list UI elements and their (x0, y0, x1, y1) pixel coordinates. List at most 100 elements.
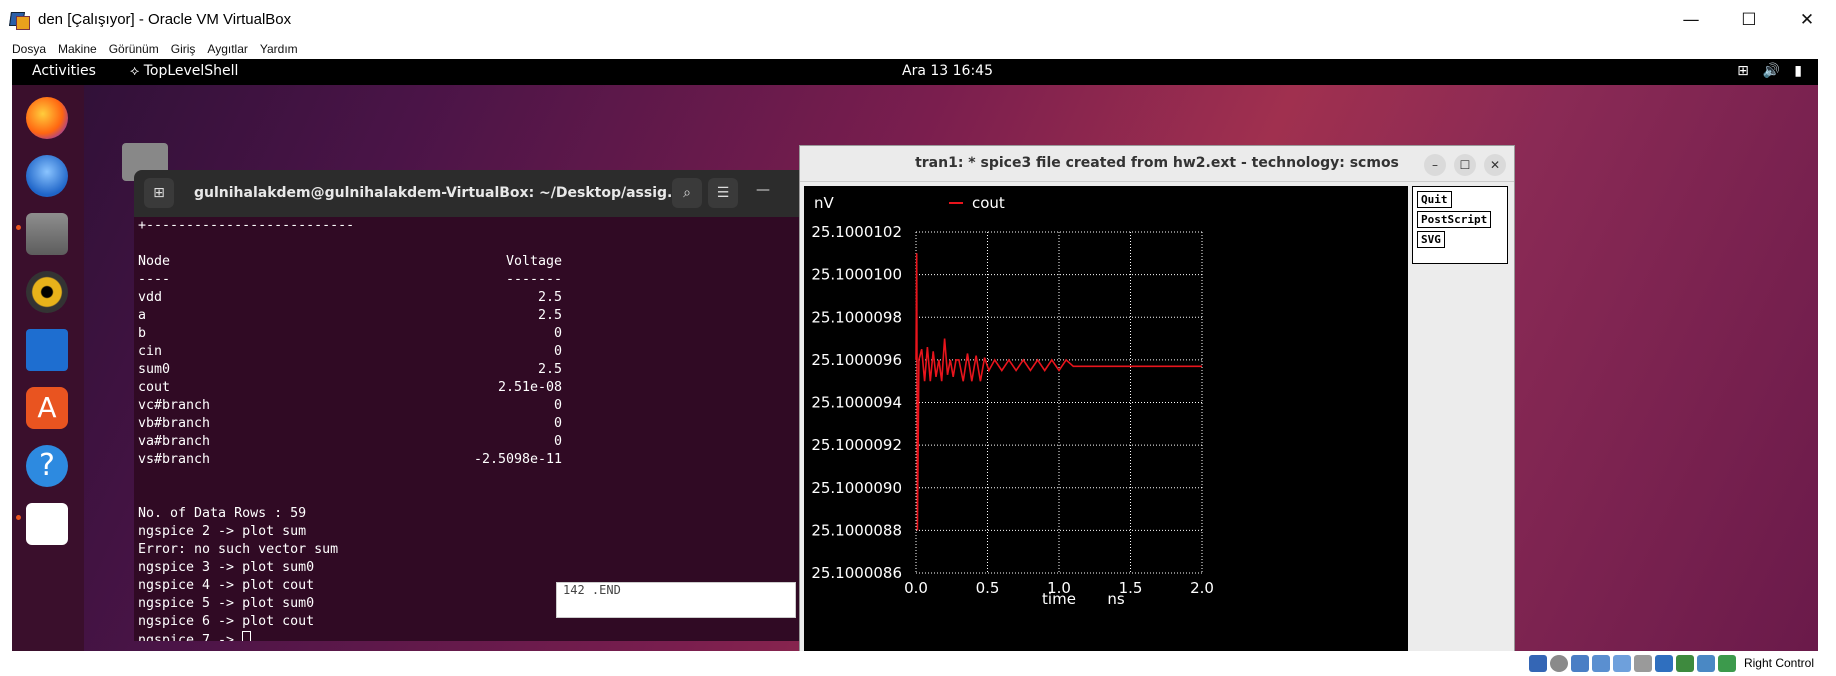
terminal-line-text: ngspice 6 -> plot cout (138, 614, 315, 629)
running-indicator (16, 515, 21, 520)
shared-folders-icon[interactable] (1634, 655, 1652, 672)
x-tick-label: 0.0 (904, 579, 928, 597)
terminal-line-text: ngspice 5 -> plot sum0 (138, 596, 315, 611)
thunderbird-icon[interactable] (26, 155, 68, 197)
search-button[interactable]: ⌕ (672, 178, 702, 208)
terminal-title: gulnihalakdem@gulnihalakdem-VirtualBox: … (194, 185, 683, 201)
software-center-icon[interactable]: A (26, 387, 68, 429)
gnome-top-bar: Activities ⟡ TopLevelShell Ara 13 16:45 … (12, 59, 1818, 85)
plot-minimize-button[interactable]: – (1424, 154, 1446, 176)
terminal-line: +-------------------------- (138, 217, 812, 235)
terminal-line: Node Voltage (138, 253, 812, 271)
terminal-line: ngspice 3 -> plot sum0 (138, 559, 812, 577)
usb-icon[interactable] (1613, 655, 1631, 672)
recording-icon[interactable] (1676, 655, 1694, 672)
terminal-output[interactable]: +-------------------------- Node Voltage --… (134, 217, 812, 641)
terminal-line: No. of Data Rows : 59 (138, 505, 812, 523)
app-name: TopLevelShell (143, 63, 239, 79)
plot-close-button[interactable]: ✕ (1484, 154, 1506, 176)
plot-maximize-button[interactable]: ☐ (1454, 154, 1476, 176)
terminal-line-value: 2.5 (537, 362, 562, 377)
terminal-line: Error: no such vector sum (138, 541, 812, 559)
activities-button[interactable]: Activities (32, 63, 96, 79)
editor-window-fragment[interactable]: 142 .END (556, 582, 796, 618)
virtualbox-icon (9, 10, 30, 30)
vbox-status-bar: Right Control (0, 651, 1836, 676)
legend-label: cout (972, 194, 1005, 212)
rhythmbox-icon[interactable] (26, 271, 68, 313)
svg-button[interactable]: SVG (1417, 231, 1445, 248)
plot-button-panel: Quit PostScript SVG (1412, 186, 1508, 264)
display-icon[interactable] (1655, 655, 1673, 672)
y-tick-label: 25.1000088 (811, 521, 902, 539)
menu-gorunum[interactable]: Görünüm (109, 42, 159, 56)
editor-line: 142 .END (563, 583, 621, 597)
cpu-icon[interactable] (1697, 655, 1715, 672)
quit-button[interactable]: Quit (1417, 191, 1452, 208)
plot-area[interactable]: 25.1000086 25.1000088 25.1000090 25.1000092… (804, 186, 1408, 651)
menu-giris[interactable]: Giriş (171, 42, 196, 56)
network-status-icon[interactable] (1592, 655, 1610, 672)
terminal-window: ⊞ gulnihalakdem@gulnihalakdem-VirtualBox… (134, 170, 812, 651)
terminal-line: cin 0 (138, 343, 812, 361)
terminal-line-value: 0 (553, 326, 562, 341)
menu-makine[interactable]: Makine (58, 42, 97, 56)
terminal-line: a 2.5 (138, 307, 812, 325)
menu-button[interactable]: ☰ (708, 178, 738, 208)
y-tick-label: 25.1000094 (811, 394, 902, 412)
minimize-button[interactable]: — (1662, 0, 1720, 39)
chart-svg: 25.1000086 25.1000088 25.1000090 25.1000092… (811, 194, 1214, 608)
terminal-line-text: +-------------------------- (138, 218, 355, 233)
text-editor-icon[interactable] (26, 503, 68, 545)
audio-icon[interactable] (1571, 655, 1589, 672)
terminal-prompt-line[interactable]: ngspice 7 -> (138, 631, 812, 641)
terminal-titlebar: ⊞ gulnihalakdem@gulnihalakdem-VirtualBox… (134, 170, 812, 217)
battery-icon[interactable]: ▮ (1794, 63, 1802, 79)
files-icon[interactable] (26, 213, 68, 255)
terminal-line: ---- ------- (138, 271, 812, 289)
terminal-line-value: 0 (553, 434, 562, 449)
terminal-line-value: -2.5098e-11 (473, 452, 562, 467)
volume-icon[interactable]: 🔊 (1763, 63, 1780, 79)
terminal-line-value: 0 (553, 416, 562, 431)
libreoffice-writer-icon[interactable] (26, 329, 68, 371)
x-tick-label: 2.0 (1190, 579, 1214, 597)
clock[interactable]: Ara 13 16:45 (902, 63, 993, 79)
close-button[interactable]: ✕ (1778, 0, 1836, 39)
terminal-line-text: No. of Data Rows : 59 (138, 506, 307, 521)
menu-aygitlar[interactable]: Aygıtlar (207, 42, 247, 56)
new-tab-button[interactable]: ⊞ (144, 178, 174, 208)
host-key-label: Right Control (1743, 656, 1814, 670)
maximize-button[interactable]: ☐ (1720, 0, 1778, 39)
terminal-line-value: Voltage (505, 254, 562, 269)
window-title: den [Çalışıyor] - Oracle VM VirtualBox (38, 11, 292, 28)
terminal-line-value: 2.5 (537, 290, 562, 305)
y-tick-label: 25.1000096 (811, 351, 902, 369)
postscript-button[interactable]: PostScript (1417, 211, 1492, 228)
plot-window: tran1: * spice3 file created from hw2.ex… (799, 145, 1515, 651)
mouse-integration-icon[interactable] (1718, 655, 1736, 672)
terminal-line-text: Error: no such vector sum (138, 542, 339, 557)
y-tick-label: 25.1000090 (811, 479, 902, 497)
vm-screen[interactable]: Activities ⟡ TopLevelShell Ara 13 16:45 … (12, 59, 1818, 651)
terminal-line: sum0 2.5 (138, 361, 812, 379)
help-icon[interactable]: ? (26, 445, 68, 487)
optical-drive-icon[interactable] (1550, 655, 1568, 672)
storage-icon[interactable] (1529, 655, 1547, 672)
terminal-prompt: ngspice 7 -> (138, 633, 243, 641)
menu-yardim[interactable]: Yardım (260, 42, 298, 56)
network-icon[interactable]: ⊞ (1737, 63, 1749, 79)
hamburger-icon: ☰ (716, 185, 730, 201)
y-tick-label: 25.1000100 (811, 266, 902, 284)
y-tick-label: 25.1000092 (811, 436, 902, 454)
app-menu[interactable]: ⟡ TopLevelShell (130, 63, 238, 79)
terminal-minimize-button[interactable]: — (756, 182, 770, 198)
menu-dosya[interactable]: Dosya (12, 42, 46, 56)
y-tick-label: 25.1000098 (811, 308, 902, 326)
firefox-icon[interactable] (26, 97, 68, 139)
search-icon: ⌕ (683, 185, 691, 201)
running-indicator (16, 225, 21, 230)
terminal-line-value: 0 (553, 344, 562, 359)
